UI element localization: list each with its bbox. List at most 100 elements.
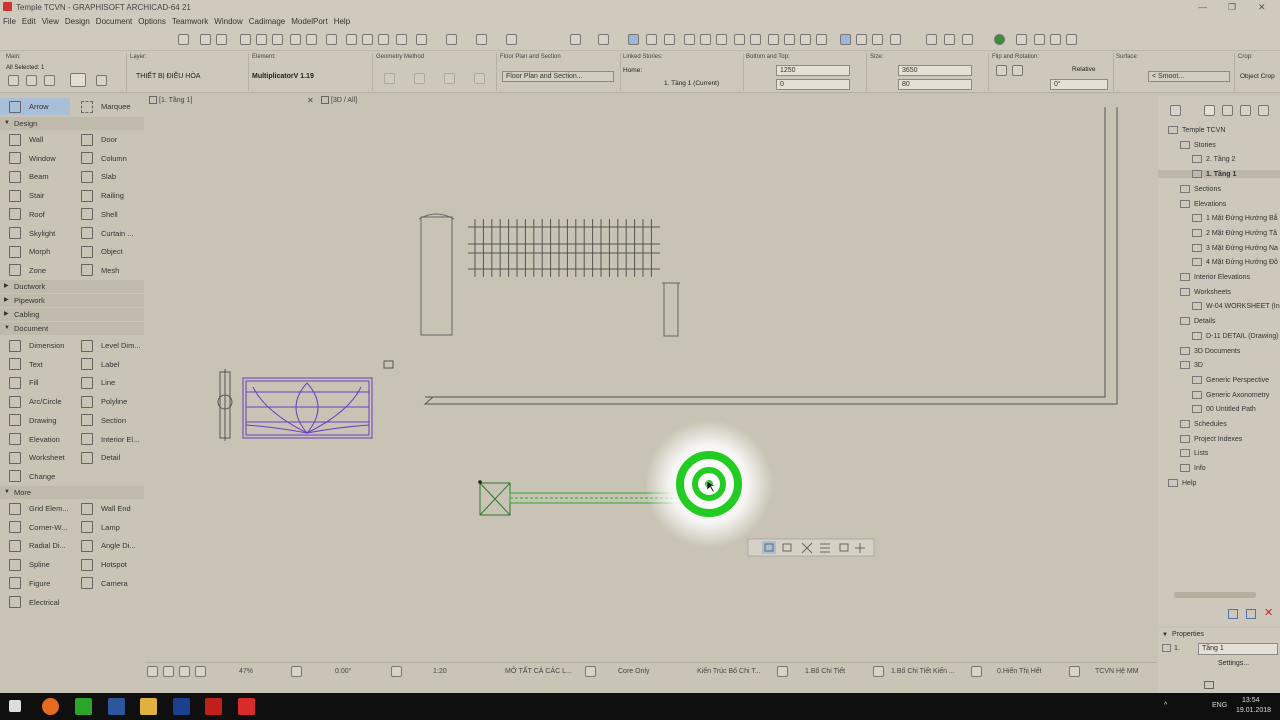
settings-button[interactable]: Settings... <box>1218 660 1249 667</box>
tool-column[interactable]: Column <box>72 150 142 167</box>
section-design[interactable]: ▼ Design <box>0 117 144 130</box>
tool-spline[interactable]: Spline <box>0 556 70 573</box>
tool-railing[interactable]: Railing <box>72 187 142 204</box>
renovation-filter-icon[interactable] <box>971 666 982 677</box>
3d-view-icon[interactable] <box>840 34 851 45</box>
menu-help[interactable]: Help <box>331 15 353 26</box>
menu-document[interactable]: Document <box>93 15 135 26</box>
inject-icon[interactable] <box>306 34 317 45</box>
group-icon[interactable] <box>664 34 675 45</box>
navigator-item[interactable]: 00 Untitled Path <box>1192 405 1256 414</box>
navigator-item[interactable]: 4 Mặt Đứng Hướng Đô <box>1192 258 1278 267</box>
split-icon[interactable] <box>684 34 695 45</box>
tool-line[interactable]: Line <box>72 374 142 391</box>
menu-edit[interactable]: Edit <box>19 15 39 26</box>
zoom-in-icon[interactable] <box>240 34 251 45</box>
drawing-scale[interactable]: 1:20 <box>433 668 447 675</box>
navigator-item[interactable]: Worksheets <box>1180 287 1231 296</box>
redo-icon[interactable] <box>216 34 227 45</box>
size-y-field[interactable]: 80 <box>898 79 972 90</box>
gate-column-left[interactable] <box>418 213 455 336</box>
suspend-groups-icon[interactable] <box>628 34 639 45</box>
tool-shell[interactable]: Shell <box>72 206 142 223</box>
fillet-icon[interactable] <box>734 34 745 45</box>
navigator-item[interactable]: 3D Documents <box>1180 346 1240 355</box>
menu-modelport[interactable]: ModelPort <box>288 15 330 26</box>
pan-icon[interactable] <box>178 34 189 45</box>
grid-icon[interactable] <box>506 34 517 45</box>
explode-icon[interactable] <box>750 34 761 45</box>
tool-stair[interactable]: Stair <box>0 187 70 204</box>
tool-polyline[interactable]: Polyline <box>72 393 142 410</box>
tool-wall-end[interactable]: Wall End <box>72 500 142 517</box>
pen-set-icon[interactable] <box>777 666 788 677</box>
navigator-item[interactable]: 3 Mặt Đứng Hướng Na <box>1192 243 1278 252</box>
tool-text[interactable]: Text <box>0 356 70 373</box>
view-settings-nav-icon[interactable] <box>1246 609 1256 619</box>
view-settings-icon[interactable] <box>962 34 973 45</box>
tool-beam[interactable]: Beam <box>0 168 70 185</box>
graphic-override-icon[interactable] <box>944 34 955 45</box>
section-ductwork[interactable]: ▶ Ductwork <box>0 280 144 293</box>
solid-ops-icon[interactable] <box>856 34 867 45</box>
camera-icon[interactable] <box>1034 34 1045 45</box>
fit-window-icon[interactable] <box>272 34 283 45</box>
model-view-options[interactable]: Kiến Trúc Bổ Chi T... <box>697 668 761 675</box>
layers-icon[interactable] <box>396 34 407 45</box>
file-explorer-icon[interactable] <box>140 698 157 715</box>
structure-display[interactable]: Core Only <box>618 668 650 675</box>
navigator-item[interactable]: Generic Perspective <box>1192 375 1269 384</box>
tool-worksheet[interactable]: Worksheet <box>0 449 70 466</box>
pet-palette[interactable] <box>747 538 875 557</box>
dimension-standard[interactable]: 1.Bổ Chi Tiết Kiến ... <box>891 668 955 675</box>
tool-interior-el[interactable]: Interior El... <box>72 431 142 448</box>
arrange-next-icon[interactable] <box>362 34 373 45</box>
tool-fill[interactable]: Fill <box>0 374 70 391</box>
menu-file[interactable]: File <box>0 15 19 26</box>
section-document[interactable]: ▼ Document <box>0 322 144 335</box>
properties-collapse-icon[interactable]: ▼ <box>1162 632 1168 638</box>
redo-zoom-icon[interactable] <box>163 666 174 677</box>
zoom-level[interactable]: 47% <box>239 668 253 675</box>
language-indicator[interactable]: ENG <box>1212 702 1227 709</box>
tool-electrical[interactable]: Electrical <box>0 594 70 611</box>
size-x-field[interactable]: 3650 <box>898 65 972 76</box>
firefox-icon[interactable] <box>42 698 59 715</box>
navigator-item[interactable]: Lists <box>1180 449 1208 458</box>
undo-zoom-icon[interactable] <box>147 666 158 677</box>
navigator-item[interactable]: Details <box>1180 317 1215 326</box>
tab-floorplan[interactable]: [1. Tầng 1] <box>159 94 192 107</box>
tool-zone[interactable]: Zone <box>0 262 70 279</box>
restore-button[interactable]: ❐ <box>1228 2 1236 13</box>
menu-view[interactable]: View <box>39 15 62 26</box>
magic-wand-icon[interactable] <box>326 34 337 45</box>
floor-plan-canvas[interactable] <box>145 107 1157 662</box>
tool-door[interactable]: Door <box>72 131 142 148</box>
navigator-item[interactable]: Interior Elevations <box>1180 273 1250 281</box>
dimension-icon[interactable] <box>873 666 884 677</box>
geometry-rotated-icon[interactable] <box>474 73 485 84</box>
offset-icon[interactable] <box>768 34 779 45</box>
favorites-icon[interactable] <box>926 34 937 45</box>
tool-marquee[interactable]: Marquee <box>72 98 142 115</box>
gate-column-right[interactable] <box>662 282 680 337</box>
tool-drawing[interactable]: Drawing <box>0 412 70 429</box>
tool-slab[interactable]: Slab <box>72 168 142 185</box>
renovation-filter[interactable]: 0.Hiển Thị Hết <box>997 668 1042 675</box>
crop-value[interactable]: Object Crop <box>1240 73 1275 80</box>
navigator-item[interactable]: W-04 WORKSHEET (Ind <box>1192 302 1280 311</box>
navigator-scrollbar[interactable] <box>1174 592 1256 598</box>
tool-angle-di[interactable]: Angle Di... <box>72 537 142 554</box>
navigator-item[interactable]: Help <box>1168 478 1196 487</box>
navigator-item[interactable]: Stories <box>1180 140 1216 149</box>
tab-close-icon[interactable]: ✕ <box>307 94 314 107</box>
tool-curtain[interactable]: Curtain ... <box>72 225 142 242</box>
surface-picker[interactable]: < Smoot... <box>1148 71 1230 82</box>
navigator-item[interactable]: 2 Mặt Đứng Hướng Tâ <box>1192 228 1277 237</box>
navigator-item[interactable]: 1. Tầng 1 <box>1158 170 1280 179</box>
select-arrow-icon[interactable] <box>8 75 19 86</box>
layer-value[interactable]: THIẾT BỊ ĐIỀU HÒA <box>136 73 200 80</box>
section-cabling[interactable]: ▶ Cabling <box>0 308 144 321</box>
menu-window[interactable]: Window <box>211 15 245 26</box>
unit-standard[interactable]: TCVN Hệ MM <box>1095 668 1139 675</box>
